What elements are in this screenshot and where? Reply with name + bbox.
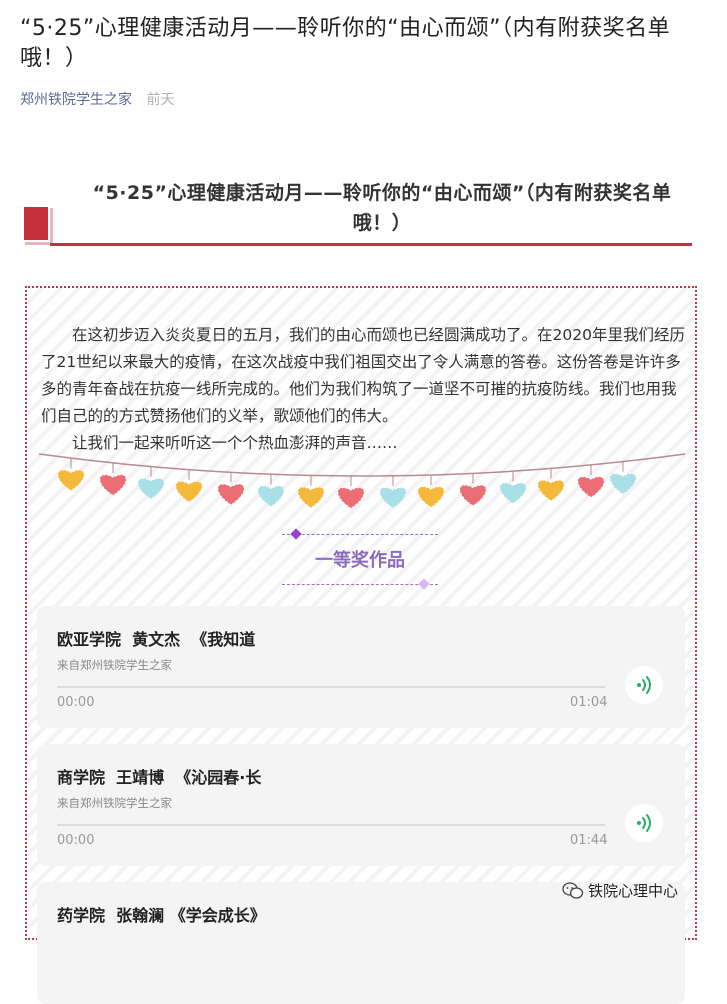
audio-progress-bar[interactable] <box>57 824 605 826</box>
audio-progress-bar[interactable] <box>57 686 605 688</box>
audio-play-icon <box>637 814 651 832</box>
audio-duration: 01:04 <box>570 695 608 710</box>
audio-card[interactable]: 欧亚学院 黄文杰 《我知道 来自郑州铁院学生之家 00:00 01:04 <box>37 606 685 728</box>
award-top-line <box>282 534 438 535</box>
heart-icon <box>137 477 165 500</box>
heart-garland-decoration <box>38 453 686 509</box>
heart-icon <box>459 484 487 507</box>
account-link[interactable]: 郑州铁院学生之家 <box>20 92 132 108</box>
heart-icon <box>99 474 127 497</box>
intro-paragraph: 在这初步迈入炎炎夏日的五月，我们的由心而颂也已经圆满成功了。在2020年里我们经… <box>41 326 685 425</box>
audio-source: 来自郑州铁院学生之家 <box>57 796 172 810</box>
heart-icon <box>175 480 203 503</box>
heart-icon <box>337 487 365 509</box>
article-title: “5·25”心理健康活动月——聆听你的“由心而颂”（内有附获奖名单哦！） <box>20 16 671 71</box>
audio-duration: 01:44 <box>570 833 608 848</box>
heart-icon <box>499 482 527 505</box>
heart-icon <box>217 483 245 506</box>
audio-title: 商学院 王靖博 《沁园春·长 <box>57 768 262 787</box>
article-meta: 郑州铁院学生之家 前天 <box>20 89 174 109</box>
award-bottom-line <box>282 584 438 585</box>
audio-card[interactable]: 商学院 王靖博 《沁园春·长 来自郑州铁院学生之家 00:00 01:44 <box>37 744 685 866</box>
wechat-icon <box>562 881 584 899</box>
diamond-icon <box>290 528 302 540</box>
heart-icon <box>609 473 637 495</box>
publish-time: 前天 <box>146 92 175 108</box>
heart-icon <box>57 469 85 492</box>
audio-title: 欧亚学院 黄文杰 《我知道 <box>57 630 256 649</box>
audio-play-button[interactable] <box>625 804 663 842</box>
heart-icon <box>297 486 325 509</box>
award-header: 一等奖作品 <box>282 528 442 590</box>
section-title: “5·25”心理健康活动月——聆听你的“由心而颂”（内有附获奖名单哦！） <box>92 182 672 234</box>
audio-current-time: 00:00 <box>57 695 95 710</box>
heart-icon <box>417 486 445 509</box>
audio-title: 药学院 张翰澜 《学会成长》 <box>57 906 266 925</box>
watermark: 铁院心理中心 <box>562 880 678 901</box>
section-header: “5·25”心理健康活动月——聆听你的“由心而颂”（内有附获奖名单哦！） <box>22 176 692 248</box>
section-accent-square <box>22 205 50 242</box>
heart-icon <box>257 485 285 508</box>
heart-icon <box>537 479 565 502</box>
heart-icon <box>577 476 605 499</box>
content-panel: 在这初步迈入炎炎夏日的五月，我们的由心而颂也已经圆满成功了。在2020年里我们经… <box>25 286 697 1004</box>
award-label: 一等奖作品 <box>315 550 405 571</box>
audio-play-icon <box>637 676 651 694</box>
heart-icon <box>379 487 407 509</box>
audio-source: 来自郑州铁院学生之家 <box>57 658 172 672</box>
audio-play-button[interactable] <box>625 666 663 704</box>
audio-current-time: 00:00 <box>57 833 95 848</box>
watermark-text: 铁院心理中心 <box>588 882 679 900</box>
section-underline <box>50 243 692 246</box>
diamond-icon <box>418 578 430 590</box>
